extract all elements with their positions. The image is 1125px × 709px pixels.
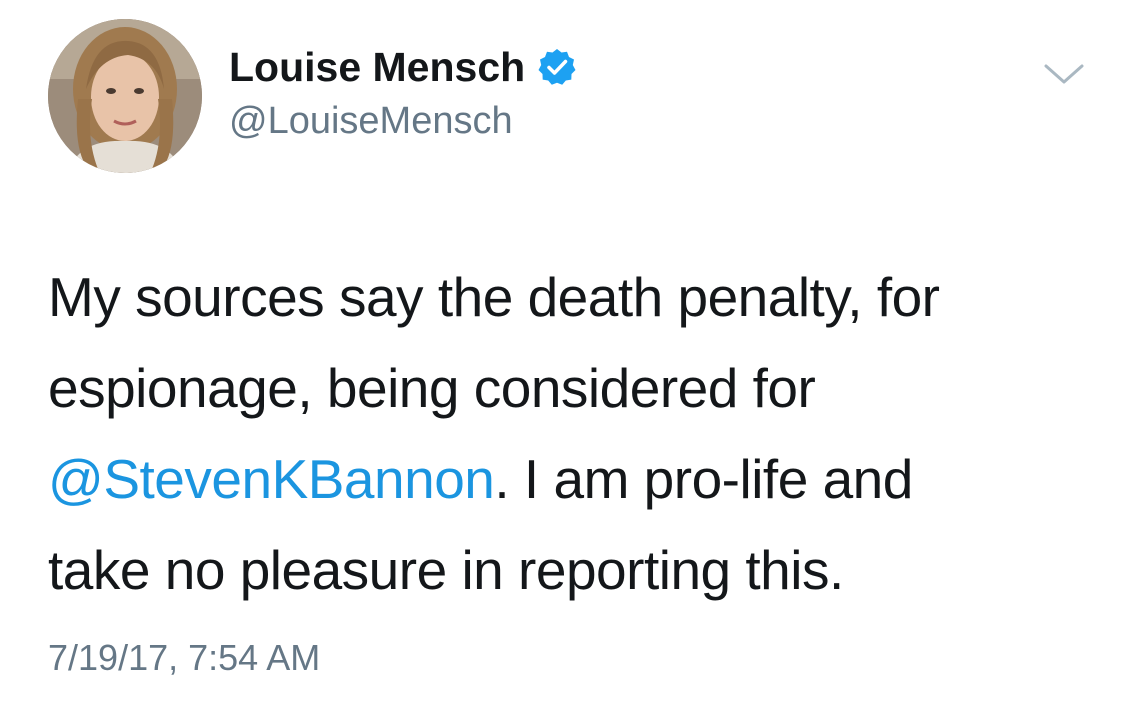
- tweet-text-fragment: . I am pro-life and: [494, 448, 913, 510]
- profile-photo: [48, 19, 202, 173]
- tweet: Louise Mensch @LouiseMensch My sources s…: [0, 0, 1125, 709]
- tweet-text-line: espionage, being considered for: [48, 357, 816, 419]
- author-name-row[interactable]: Louise Mensch: [229, 42, 577, 92]
- handle[interactable]: @LouiseMensch: [229, 98, 513, 144]
- tweet-text: My sources say the death penalty, for es…: [48, 252, 1088, 616]
- tweet-text-line: @StevenKBannon. I am pro-life and: [48, 434, 1088, 525]
- timestamp[interactable]: 7/19/17, 7:54 AM: [48, 636, 320, 680]
- avatar[interactable]: [48, 19, 202, 173]
- mention-link[interactable]: @StevenKBannon: [48, 448, 495, 510]
- verified-badge-icon: [537, 47, 577, 87]
- chevron-down-icon[interactable]: [1042, 60, 1086, 88]
- tweet-text-line: take no pleasure in reporting this.: [48, 539, 844, 601]
- tweet-text-line: My sources say the death penalty, for: [48, 266, 940, 328]
- display-name[interactable]: Louise Mensch: [229, 42, 525, 92]
